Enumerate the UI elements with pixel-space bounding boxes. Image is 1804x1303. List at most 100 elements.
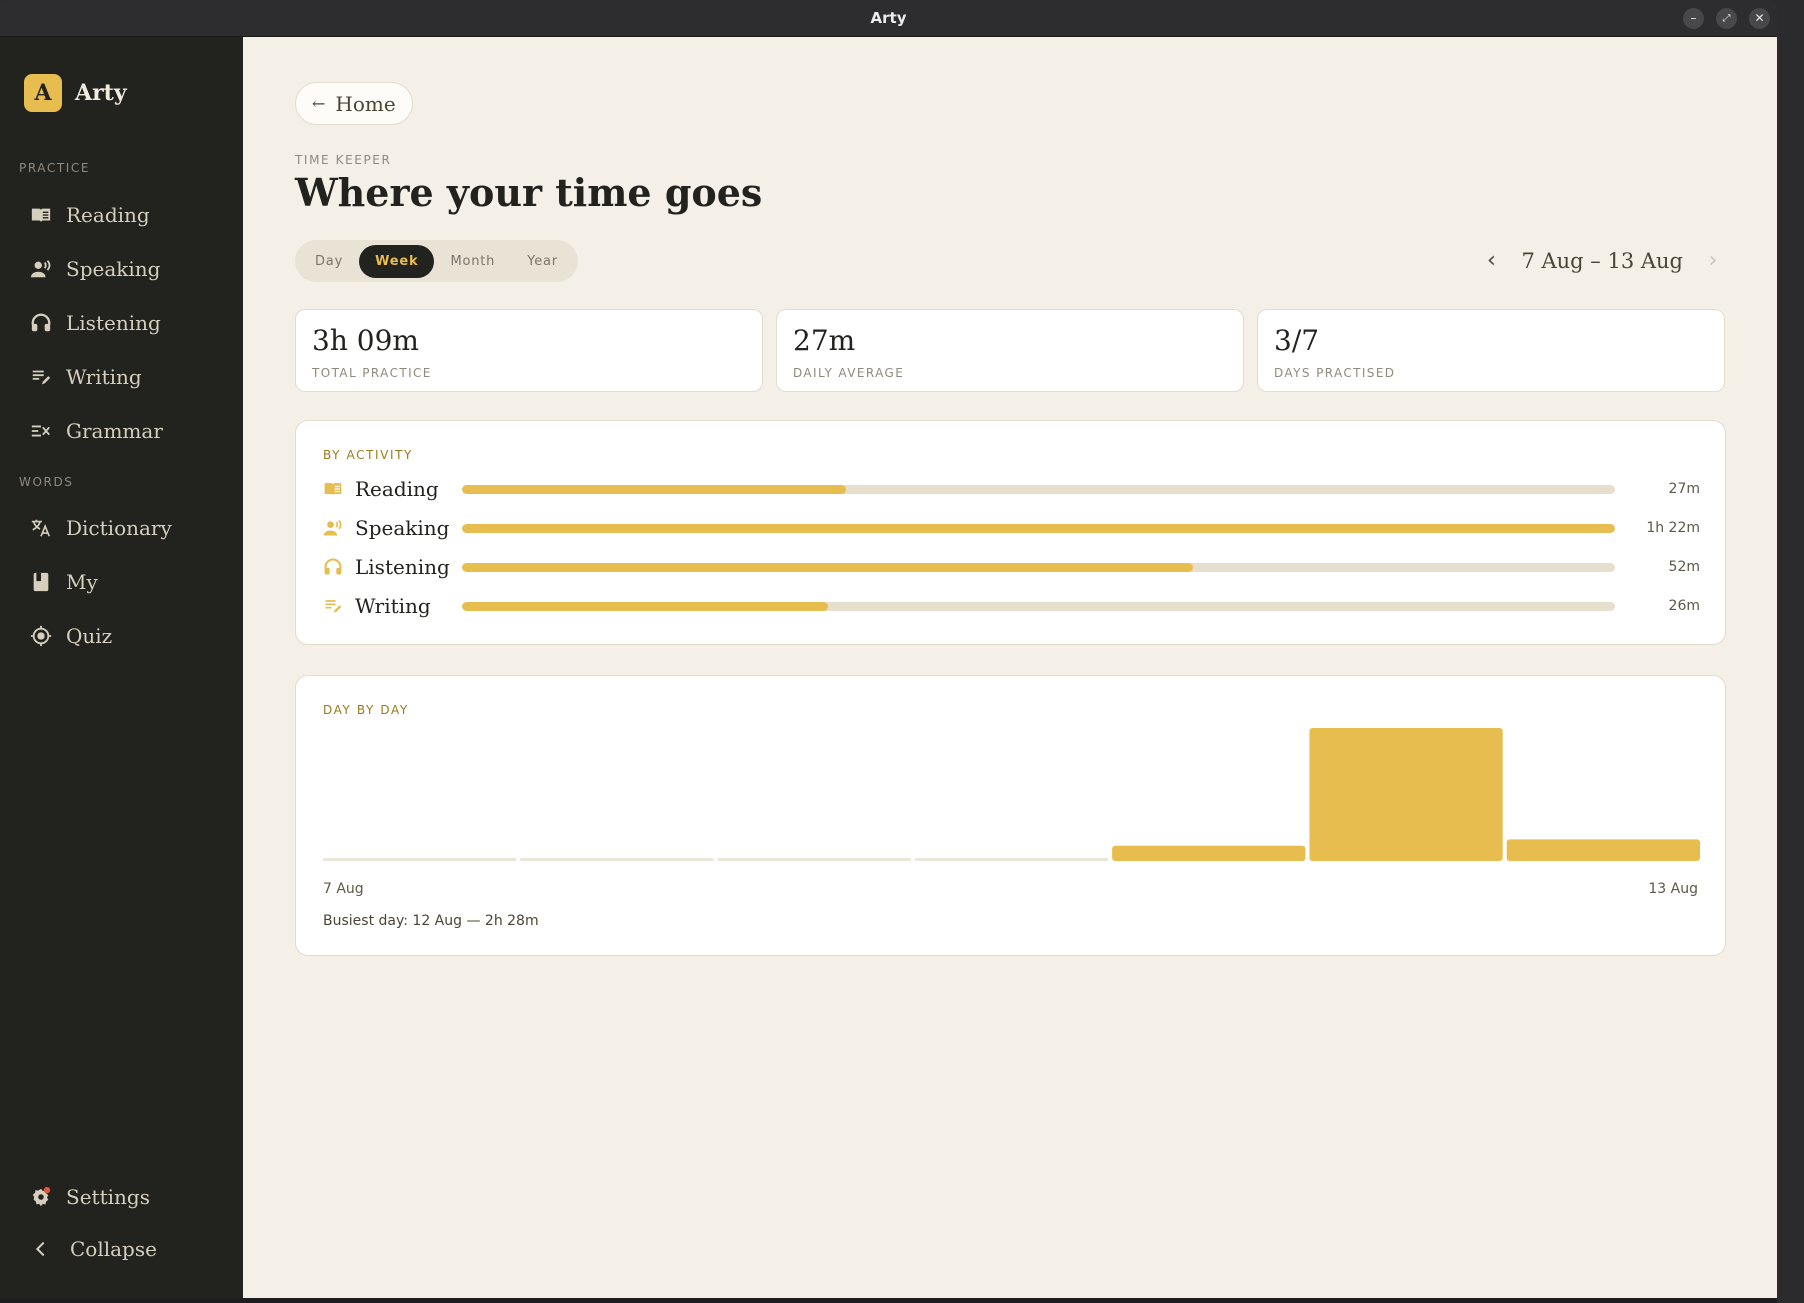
period-day[interactable]: Day: [299, 245, 359, 278]
sidebar-item-label: Speaking: [66, 257, 161, 281]
brand-name: Arty: [75, 80, 127, 106]
window-outside: [1777, 0, 1804, 1303]
day-by-day-card: DAY BY DAY 7 Aug 13 Aug Busiest day: 12 …: [295, 675, 1726, 956]
activity-name: Listening: [355, 555, 450, 579]
target-icon: [28, 623, 54, 649]
sidebar-item-label: Writing: [66, 365, 142, 389]
sidebar-item-my[interactable]: My: [28, 563, 98, 601]
translate-icon: [28, 515, 54, 541]
sidebar-item-label: My: [66, 570, 98, 594]
sidebar-item-reading[interactable]: Reading: [28, 196, 150, 234]
stat-value: 27m: [793, 324, 856, 357]
home-button-label: Home: [335, 91, 396, 116]
card-title: DAY BY DAY: [323, 703, 409, 717]
minimize-button[interactable]: –: [1683, 8, 1704, 29]
by-activity-card: BY ACTIVITY Reading 27m Speaking 1h 22m …: [295, 420, 1726, 645]
x-start-label: 7 Aug: [323, 881, 364, 897]
sidebar-collapse-button[interactable]: Collapse: [28, 1230, 157, 1268]
sidebar-item-label: Grammar: [66, 419, 163, 443]
previous-period-button[interactable]: ‹: [1479, 248, 1503, 273]
brand-logo: A: [24, 74, 62, 112]
day-bar-12-aug: [1309, 728, 1503, 861]
close-button[interactable]: ✕: [1749, 8, 1770, 29]
sidebar: A Arty PRACTICE Reading Speaking Listeni…: [0, 37, 243, 1298]
activity-duration: 26m: [1668, 598, 1700, 614]
brand[interactable]: A Arty: [24, 74, 127, 112]
gear-icon: [28, 1184, 54, 1210]
progress-track: [462, 601, 1615, 611]
activity-row-listening: Listening 52m: [323, 551, 1700, 583]
grammar-check-icon: [28, 418, 54, 444]
stat-card-daily-average: 27m DAILY AVERAGE: [776, 309, 1244, 392]
progress-fill: [462, 523, 1615, 533]
speaking-person-icon: [28, 256, 54, 282]
day-bar-13-aug: [1506, 839, 1700, 861]
progress-fill: [462, 484, 846, 494]
headphones-icon: [28, 310, 54, 336]
day-chart: [323, 728, 1700, 861]
progress-track: [462, 562, 1615, 572]
headphones-icon: [323, 556, 345, 578]
sidebar-item-grammar[interactable]: Grammar: [28, 412, 163, 450]
stat-label: TOTAL PRACTICE: [312, 366, 432, 380]
stat-card-total: 3h 09m TOTAL PRACTICE: [295, 309, 763, 392]
x-end-label: 13 Aug: [1648, 881, 1698, 897]
sidebar-item-listening[interactable]: Listening: [28, 304, 161, 342]
chevron-left-icon: [28, 1236, 54, 1262]
maximize-button[interactable]: ⤢: [1716, 8, 1737, 29]
page-title: Where your time goes: [295, 170, 763, 215]
period-switcher: Day Week Month Year: [295, 240, 578, 282]
sidebar-item-dictionary[interactable]: Dictionary: [28, 509, 172, 547]
window-title: Arty: [870, 9, 907, 27]
busiest-day-note: Busiest day: 12 Aug — 2h 28m: [323, 913, 539, 929]
progress-fill: [462, 562, 1193, 572]
pen-lines-icon: [323, 595, 345, 617]
period-week[interactable]: Week: [359, 244, 435, 278]
card-title: BY ACTIVITY: [323, 448, 413, 462]
next-period-button[interactable]: ›: [1701, 248, 1725, 273]
activity-name: Reading: [355, 477, 439, 501]
window-titlebar: Arty – ⤢ ✕: [0, 0, 1777, 37]
pen-lines-icon: [28, 364, 54, 390]
sidebar-item-writing[interactable]: Writing: [28, 358, 142, 396]
book-open-icon: [323, 478, 345, 500]
main-content: ← Home TIME KEEPER Where your time goes …: [243, 37, 1777, 1298]
activity-row-speaking: Speaking 1h 22m: [323, 512, 1700, 544]
activity-duration: 52m: [1668, 559, 1700, 575]
progress-track: [462, 484, 1615, 494]
stat-card-days-practised: 3/7 DAYS PRACTISED: [1257, 309, 1725, 392]
day-bar-11-aug: [1112, 845, 1306, 861]
sidebar-item-speaking[interactable]: Speaking: [28, 250, 160, 288]
activity-duration: 1h 22m: [1646, 520, 1700, 536]
day-bar-10-aug: [914, 858, 1109, 861]
activity-row-reading: Reading 27m: [323, 473, 1700, 505]
day-bar-8-aug: [520, 858, 714, 861]
period-year[interactable]: Year: [511, 245, 574, 278]
speaking-person-icon: [323, 517, 345, 539]
progress-track: [462, 523, 1615, 533]
stat-label: DAYS PRACTISED: [1274, 366, 1396, 380]
sidebar-item-label: Listening: [66, 311, 161, 335]
arrow-left-icon: ←: [312, 94, 326, 113]
sidebar-item-quiz[interactable]: Quiz: [28, 617, 112, 655]
day-bar-7-aug: [323, 858, 517, 861]
stat-value: 3h 09m: [312, 324, 419, 357]
date-range-label: 7 Aug – 13 Aug: [1521, 248, 1683, 273]
sidebar-item-label: Quiz: [66, 624, 113, 648]
page-eyebrow: TIME KEEPER: [295, 153, 392, 167]
sidebar-item-settings[interactable]: Settings: [28, 1178, 150, 1216]
sidebar-item-label: Reading: [66, 203, 150, 227]
period-month[interactable]: Month: [434, 245, 511, 278]
stat-label: DAILY AVERAGE: [793, 366, 905, 380]
sidebar-item-label: Dictionary: [66, 516, 172, 540]
sidebar-item-label: Collapse: [70, 1237, 157, 1261]
notebook-icon: [28, 569, 54, 595]
section-label-words: WORDS: [19, 475, 74, 489]
section-label-practice: PRACTICE: [19, 161, 91, 175]
home-button[interactable]: ← Home: [295, 82, 413, 125]
activity-duration: 27m: [1668, 481, 1700, 497]
date-range-nav: ‹ 7 Aug – 13 Aug ›: [1479, 248, 1725, 273]
day-bar-9-aug: [717, 858, 911, 861]
activity-row-writing: Writing 26m: [323, 590, 1700, 622]
book-open-icon: [28, 202, 54, 228]
